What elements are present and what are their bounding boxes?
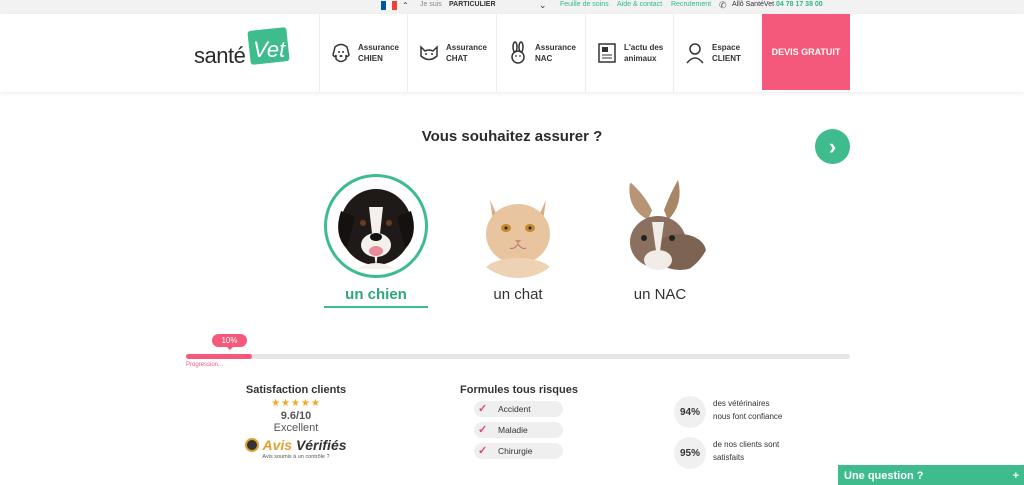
profile-selector[interactable]: PARTICULIER <box>449 1 496 8</box>
satisfaction-title: Satisfaction clients <box>245 384 347 396</box>
animal-option-nac[interactable]: un NAC <box>605 174 715 303</box>
nav-espace-client[interactable]: Espace CLIENT <box>673 14 762 92</box>
question-chat-widget[interactable]: Une question ? + <box>838 465 1024 485</box>
cat-photo <box>466 174 570 278</box>
stat-text: des vétérinaires nous font confiance <box>713 399 783 421</box>
animal-label: un chat <box>493 286 543 303</box>
plus-icon[interactable]: + <box>1013 465 1019 485</box>
page-question: Vous souhaitez assurer ? <box>421 128 603 145</box>
dog-photo <box>324 174 428 278</box>
progress-label: Progression... <box>186 362 224 368</box>
rabbit-icon <box>507 41 529 65</box>
nav-label: L'actu des animaux <box>624 43 664 63</box>
santevet-logo[interactable]: santé Vet <box>194 27 294 69</box>
progress-badge: 10% <box>212 334 247 350</box>
selected-underline <box>324 306 428 308</box>
animal-option-chien[interactable]: un chien <box>321 174 431 308</box>
nav-actu-animaux[interactable]: L'actu des animaux <box>585 14 673 92</box>
recrutement-link[interactable]: Recrutement <box>671 1 711 8</box>
phone-link[interactable]: Allô SantéVet 04 78 17 38 00 <box>732 1 823 8</box>
satisfaction-block: Satisfaction clients ★★★★★ 9.6/10 Excell… <box>236 384 356 460</box>
animal-label: un chien <box>345 286 407 303</box>
logo-text-sante: santé <box>194 43 246 68</box>
animal-label: un NAC <box>633 286 687 303</box>
satisfaction-score: 9.6/10 <box>280 410 312 422</box>
progress-fill <box>186 354 253 359</box>
nav-label: Assurance NAC <box>535 43 576 63</box>
nav-label: Assurance CHAT <box>446 43 487 63</box>
progress-bar <box>186 354 850 359</box>
phone-icon: ✆ <box>719 0 727 10</box>
main-header: santé Vet Assurance CHIEN Assurance CHAT A… <box>0 14 1024 92</box>
rating-label: Excellent <box>273 422 319 434</box>
avis-verifies-logo[interactable]: Avis Vérifiés <box>236 437 356 453</box>
logo-text-vet: Vet <box>253 37 286 62</box>
formule-item: ✓ Chirurgie <box>474 443 563 459</box>
stat-value: 94% <box>674 396 706 428</box>
newspaper-icon <box>596 41 618 65</box>
user-icon <box>684 41 706 65</box>
animal-option-chat[interactable]: un chat <box>463 174 573 303</box>
formules-block: Formules tous risques ✓ Accident ✓ Maladie… <box>460 384 590 459</box>
check-icon: ✓ <box>478 445 488 457</box>
formules-title: Formules tous risques <box>460 384 578 396</box>
help-icon[interactable]: ? <box>327 454 330 460</box>
je-suis-label: Je suis <box>420 1 442 8</box>
nav-label: Espace CLIENT <box>712 43 741 63</box>
formule-item: ✓ Accident <box>474 401 563 417</box>
nav-assurance-nac[interactable]: Assurance NAC <box>496 14 585 92</box>
dog-icon <box>330 41 352 65</box>
check-icon: ✓ <box>478 424 488 436</box>
aide-contact-link[interactable]: Aide & contact <box>617 1 662 8</box>
rabbit-photo <box>608 174 712 278</box>
seal-icon <box>245 438 260 452</box>
avis-verifies-text: Avis Vérifiés <box>262 437 347 453</box>
chevron-up-icon[interactable]: ⌃ <box>402 1 409 10</box>
allo-label: Allô SantéVet <box>732 1 775 8</box>
top-utility-bar: ⌃ Je suis PARTICULIER ⌄ Feuille de soins… <box>0 0 1024 14</box>
phone-number: 04 78 17 38 00 <box>775 1 823 8</box>
avis-note[interactable]: Avis soumis à un contrôle ? <box>236 454 356 460</box>
formule-item: ✓ Maladie <box>474 422 563 438</box>
cat-icon <box>418 41 440 65</box>
chevron-down-icon[interactable]: ⌄ <box>539 0 547 11</box>
check-icon: ✓ <box>478 403 488 415</box>
nav-label: Assurance CHIEN <box>358 43 399 63</box>
nav-assurance-chat[interactable]: Assurance CHAT <box>407 14 496 92</box>
stat-text: de nos clients sont satisfaits <box>713 440 780 462</box>
stat-value: 95% <box>674 437 706 469</box>
devis-gratuit-button[interactable]: DEVIS GRATUIT <box>762 14 850 90</box>
french-flag-icon[interactable] <box>381 1 397 10</box>
chevron-right-icon: › <box>828 133 837 159</box>
star-rating-icon: ★★★★★ <box>271 398 321 409</box>
chat-widget-label: Une question ? <box>844 470 924 482</box>
nav-assurance-chien[interactable]: Assurance CHIEN <box>319 14 407 92</box>
next-button[interactable]: › <box>815 129 850 164</box>
feuille-de-soins-link[interactable]: Feuille de soins <box>560 1 609 8</box>
